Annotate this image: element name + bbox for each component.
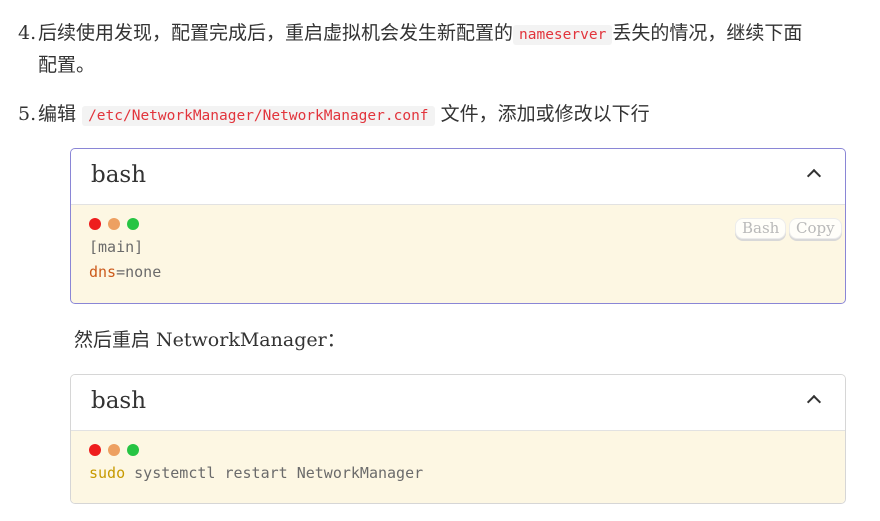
green-dot-icon (127, 218, 139, 230)
code-value: =none (116, 263, 162, 281)
list-item-step-5: 5.编辑 /etc/NetworkManager/NetworkManager.… (18, 99, 650, 131)
code-block-header[interactable]: bash (71, 375, 845, 431)
step-text: 文件，添加或修改以下行 (440, 103, 650, 125)
inline-code-path: /etc/NetworkManager/NetworkManager.conf (82, 106, 435, 126)
code-key: dns (89, 263, 117, 281)
window-dots (89, 215, 146, 234)
code-block-header[interactable]: bash (71, 149, 845, 205)
paragraph-restart: 然后重启 NetworkManager： (74, 329, 346, 351)
code-language-title: bash (91, 388, 147, 414)
code-content: sudo systemctl restart NetworkManager (89, 461, 423, 486)
step-text: 丢失的情况，继续下面 (612, 22, 803, 44)
red-dot-icon (89, 444, 101, 456)
step-text-continued: 配置。 (38, 54, 96, 76)
step-number: 4. (18, 22, 37, 44)
chevron-up-icon[interactable] (806, 394, 822, 410)
code-command: sudo (89, 464, 126, 482)
code-block-body: sudo systemctl restart NetworkManager (71, 431, 845, 503)
window-dots (89, 441, 146, 460)
orange-dot-icon (108, 218, 120, 230)
article-page: 4.后续使用发现，配置完成后，重启虚拟机会发生新配置的 nameserver 丢失的… (0, 0, 880, 521)
code-block-body: Bash Copy [main] dns=none (71, 205, 845, 303)
language-badge: Bash (735, 218, 787, 239)
green-dot-icon (127, 444, 139, 456)
copy-button[interactable]: Copy (789, 218, 842, 239)
code-line: [main] (89, 238, 144, 256)
chevron-up-icon[interactable] (806, 168, 822, 184)
code-args: systemctl restart NetworkManager (125, 464, 424, 482)
step-number: 5. (18, 103, 37, 125)
code-block: bash Bash Copy [main] dns=none (70, 148, 846, 304)
step-text: 编辑 (38, 103, 77, 125)
code-language-title: bash (91, 162, 147, 188)
inline-code-nameserver: nameserver (513, 25, 613, 45)
orange-dot-icon (108, 444, 120, 456)
step-text: 后续使用发现，配置完成后，重启虚拟机会发生新配置的 (38, 22, 514, 44)
list-item-step-4: 4.后续使用发现，配置完成后，重启虚拟机会发生新配置的 nameserver 丢失的… (18, 18, 858, 80)
red-dot-icon (89, 218, 101, 230)
code-block: bash sudo systemctl restart NetworkManag… (70, 374, 846, 504)
code-content: [main] dns=none (89, 235, 161, 285)
